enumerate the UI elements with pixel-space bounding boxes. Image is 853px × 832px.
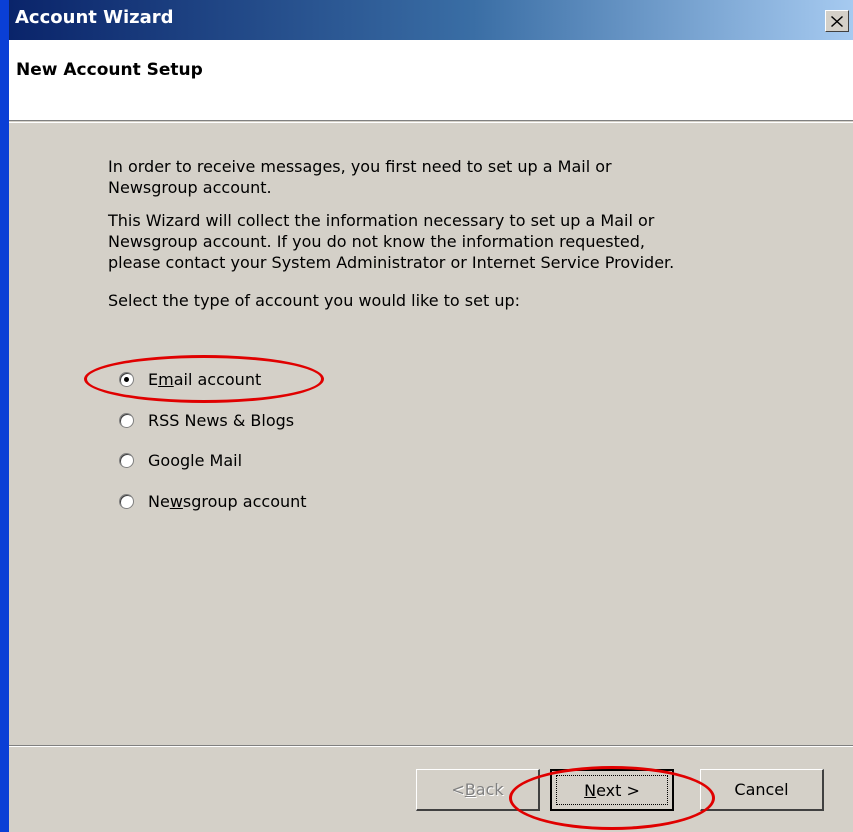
radio-selected-dot <box>124 376 129 382</box>
info-text-line3: please contact your System Administrator… <box>108 253 675 272</box>
back-button[interactable]: < Back <box>416 769 540 811</box>
radio-label[interactable]: Email account <box>148 370 261 389</box>
info-text-line1: This Wizard will collect the information… <box>108 211 655 230</box>
radio-google-mail[interactable]: Google Mail <box>119 448 242 472</box>
intro-text-line1: In order to receive messages, you first … <box>108 157 612 176</box>
radio-newsgroup-account[interactable]: Newsgroup account <box>119 489 307 513</box>
page-title: New Account Setup <box>16 60 203 80</box>
radio-button[interactable] <box>119 412 134 428</box>
prompt-text: Select the type of account you would lik… <box>108 291 521 310</box>
header-divider <box>9 122 853 123</box>
radio-label[interactable]: RSS News & Blogs <box>148 411 294 430</box>
account-wizard-window: Account Wizard New Account Setup In orde… <box>9 0 853 832</box>
close-button[interactable] <box>825 10 849 32</box>
radio-email-account[interactable]: Email account <box>119 367 261 391</box>
title-bar[interactable]: Account Wizard <box>9 0 853 40</box>
radio-rss-news-blogs[interactable]: RSS News & Blogs <box>119 408 294 432</box>
focus-rectangle <box>556 775 668 805</box>
cancel-button[interactable]: Cancel <box>700 769 824 811</box>
radio-button[interactable] <box>119 452 134 468</box>
next-button[interactable]: Next > <box>550 769 674 811</box>
window-title: Account Wizard <box>15 7 174 28</box>
desktop-edge <box>0 0 9 832</box>
footer-divider-highlight <box>9 746 853 747</box>
radio-label[interactable]: Newsgroup account <box>148 492 307 511</box>
intro-text-line2: Newsgroup account. <box>108 178 272 197</box>
radio-button[interactable] <box>119 493 134 509</box>
radio-label[interactable]: Google Mail <box>148 451 242 470</box>
wizard-header: New Account Setup <box>9 40 853 123</box>
radio-button[interactable] <box>119 371 134 387</box>
close-icon <box>831 15 843 27</box>
info-text-line2: Newsgroup account. If you do not know th… <box>108 232 645 251</box>
